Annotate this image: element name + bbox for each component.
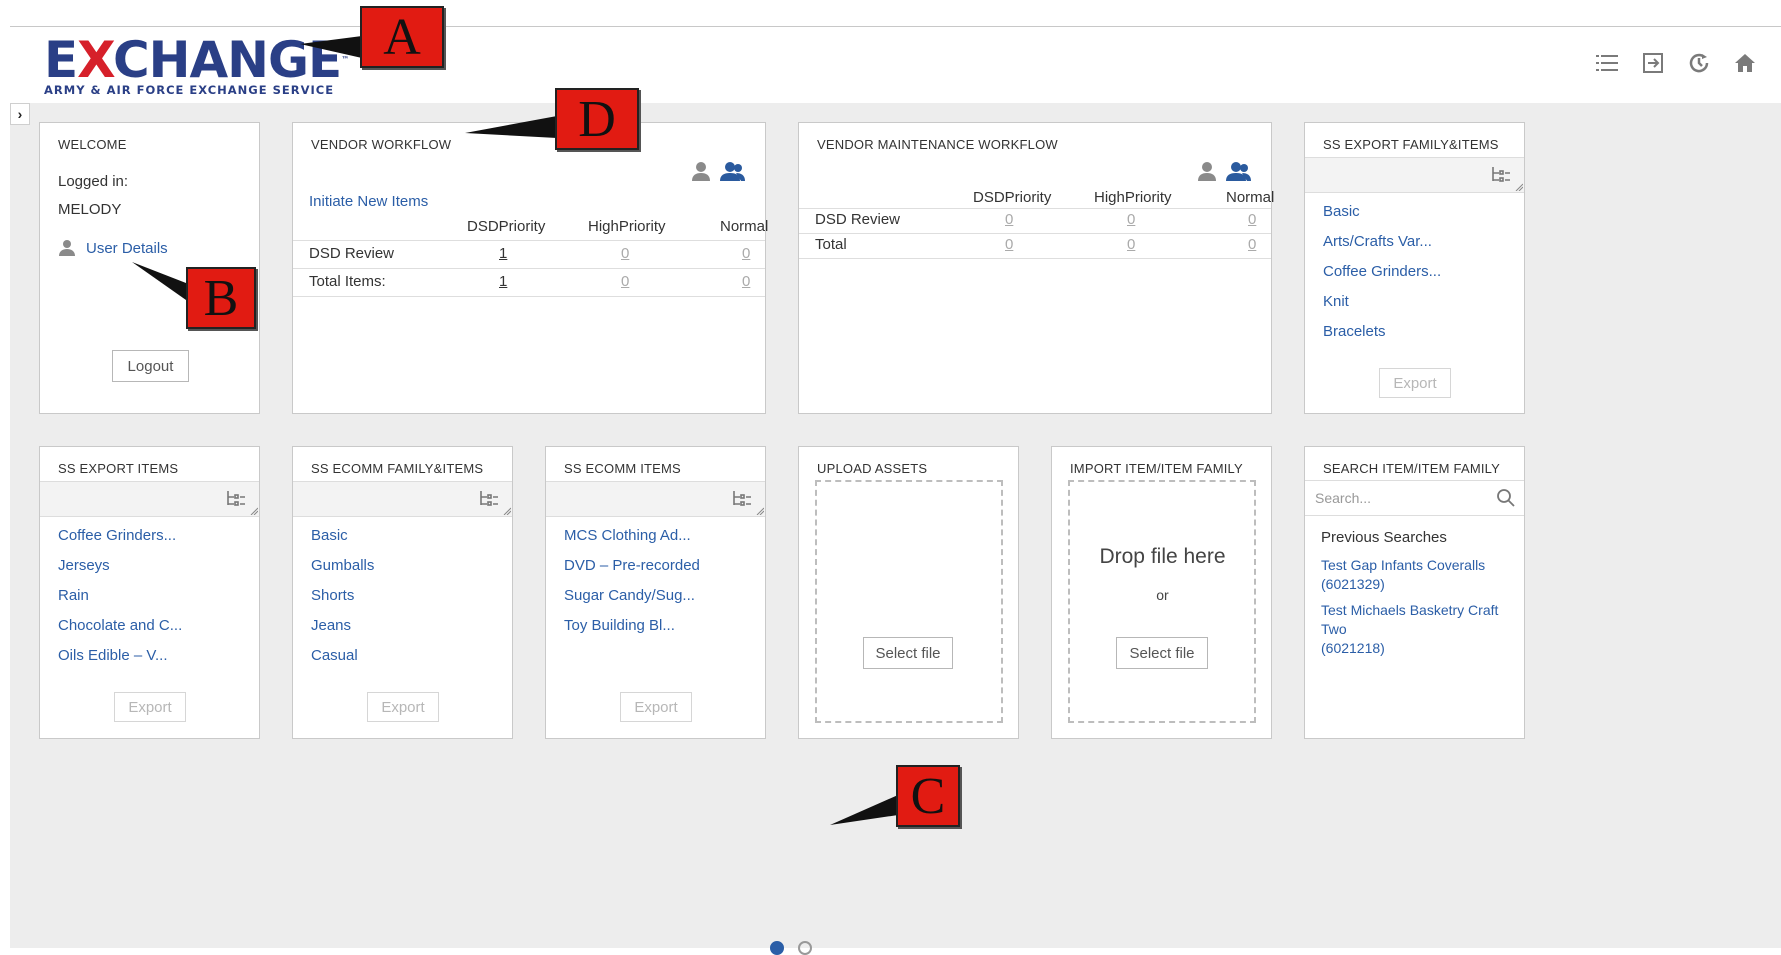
annotation-label-d: D	[555, 88, 639, 150]
annotation-label-b: B	[186, 267, 256, 329]
annotation-label-c: C	[896, 765, 960, 827]
arrow-c	[830, 795, 898, 825]
arrow-d	[465, 116, 557, 138]
annotation-label-a: A	[360, 6, 444, 68]
annotation-arrows	[132, 36, 898, 825]
arrow-a	[300, 36, 362, 58]
arrow-b	[132, 262, 186, 300]
